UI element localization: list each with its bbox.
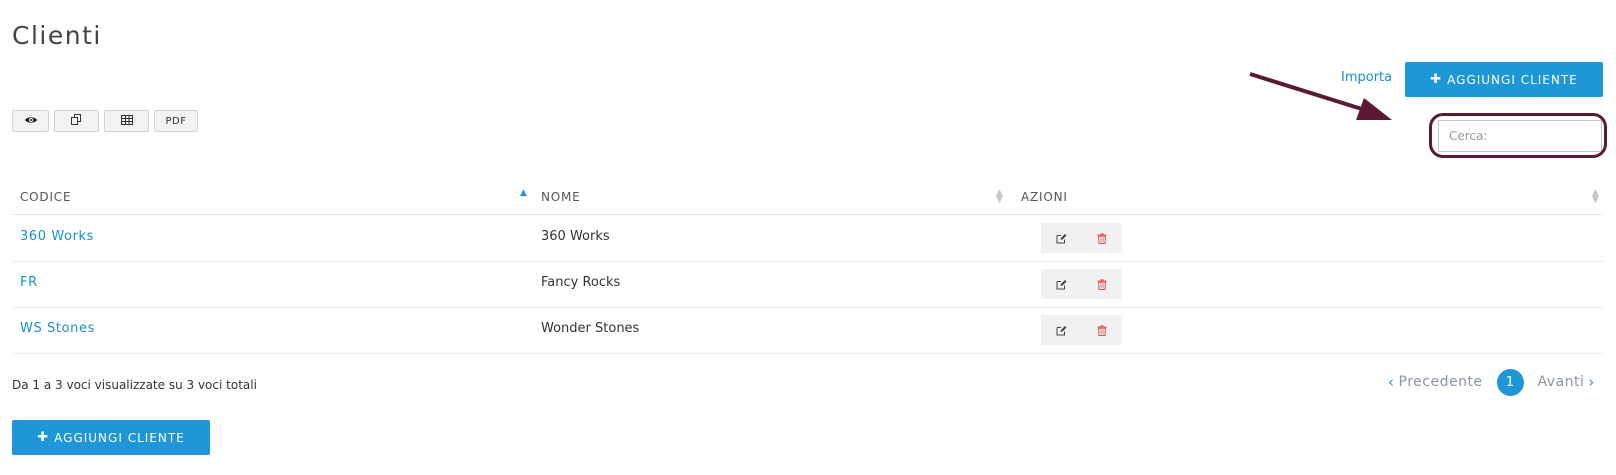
pagination: ‹ Precedente 1 Avanti › — [1384, 368, 1599, 396]
add-client-button-label: AGGIUNGI CLIENTE — [1447, 72, 1578, 87]
pagination-next[interactable]: Avanti › — [1538, 373, 1599, 391]
pagination-previous[interactable]: ‹ Precedente — [1384, 373, 1483, 391]
table-row: FR Fancy Rocks — [12, 261, 1603, 308]
edit-icon[interactable] — [1056, 325, 1067, 336]
trash-icon[interactable] — [1097, 324, 1107, 336]
table-header: CODICE ▲ NOME ▲ ▼ AZIONI ▲ ▼ — [12, 182, 1603, 215]
pagination-next-label: Avanti — [1537, 374, 1585, 390]
client-name: Wonder Stones — [541, 321, 640, 336]
column-header-codice[interactable]: CODICE — [20, 190, 71, 204]
excel-button[interactable] — [104, 110, 149, 132]
export-toolbar: PDF — [12, 110, 198, 132]
add-client-button-bottom-label: AGGIUNGI CLIENTE — [54, 430, 185, 445]
column-visibility-button[interactable] — [12, 110, 49, 132]
client-name: Fancy Rocks — [541, 275, 621, 290]
pdf-button[interactable]: PDF — [154, 110, 198, 132]
client-name: 360 Works — [541, 229, 610, 244]
plus-icon: ✚ — [37, 430, 50, 445]
add-client-button[interactable]: ✚ AGGIUNGI CLIENTE — [1405, 62, 1603, 97]
row-actions — [1041, 315, 1122, 345]
pagination-page-current[interactable]: 1 — [1496, 368, 1524, 396]
plus-icon: ✚ — [1430, 72, 1443, 87]
row-actions — [1041, 269, 1122, 299]
column-header-azioni[interactable]: AZIONI — [1021, 190, 1068, 204]
add-client-button-bottom[interactable]: ✚ AGGIUNGI CLIENTE — [12, 420, 210, 455]
sort-both-icon: ▲ ▼ — [996, 188, 1004, 205]
edit-icon[interactable] — [1056, 233, 1067, 244]
edit-icon[interactable] — [1056, 279, 1067, 290]
client-code-link[interactable]: WS Stones — [20, 321, 95, 336]
import-link[interactable]: Importa — [1341, 70, 1392, 85]
copy-button[interactable] — [54, 110, 99, 132]
trash-icon[interactable] — [1097, 232, 1107, 244]
client-code-link[interactable]: FR — [20, 275, 38, 290]
eye-icon — [24, 115, 38, 128]
chevron-left-icon: ‹ — [1388, 373, 1395, 391]
sort-both-icon: ▲ ▼ — [1592, 188, 1600, 205]
row-actions — [1041, 223, 1122, 253]
table-row: 360 Works 360 Works — [12, 215, 1603, 262]
table-icon — [120, 114, 133, 128]
copy-icon — [71, 114, 82, 128]
chevron-right-icon: › — [1588, 373, 1595, 391]
pagination-previous-label: Precedente — [1398, 374, 1483, 390]
column-header-nome[interactable]: NOME — [541, 190, 581, 204]
table-info-text: Da 1 a 3 voci visualizzate su 3 voci tot… — [12, 378, 257, 392]
trash-icon[interactable] — [1097, 278, 1107, 290]
table-row: WS Stones Wonder Stones — [12, 307, 1603, 354]
search-input[interactable] — [1438, 120, 1602, 152]
page-title: Clienti — [12, 20, 102, 50]
client-code-link[interactable]: 360 Works — [20, 229, 94, 244]
sort-asc-icon: ▲ — [520, 188, 528, 198]
